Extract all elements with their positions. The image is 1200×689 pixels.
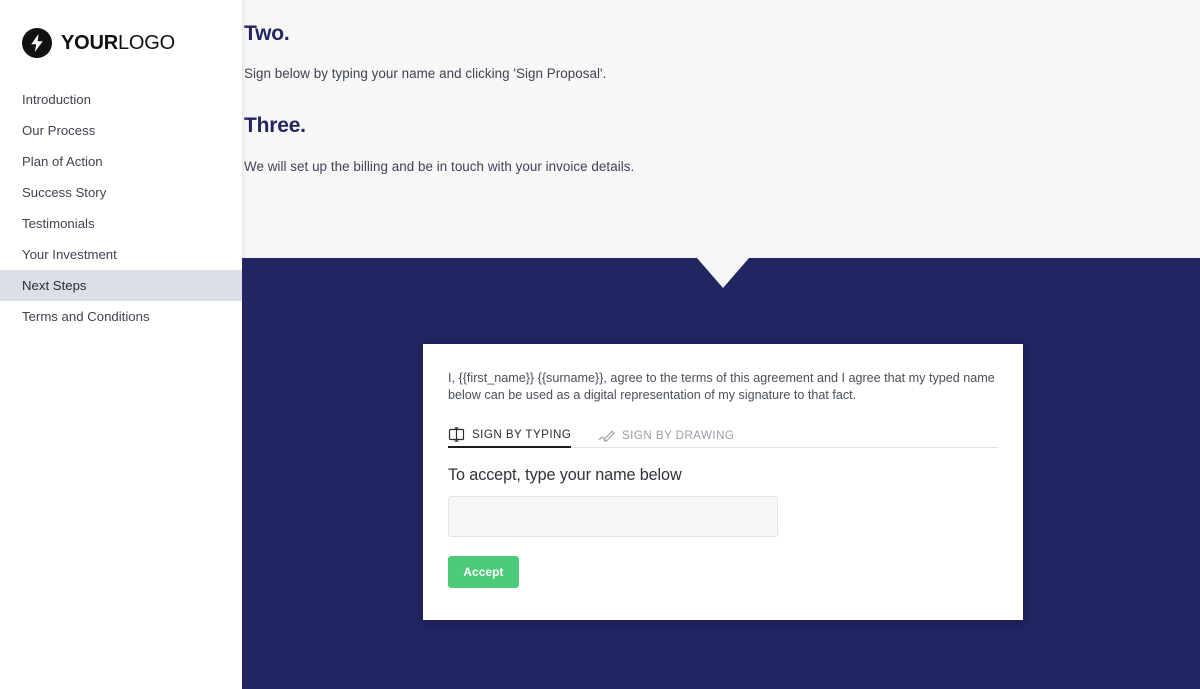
signature-section: I, {{first_name}} {{surname}}, agree to … bbox=[242, 258, 1200, 689]
signature-name-input[interactable] bbox=[448, 496, 778, 537]
sidebar-nav: Introduction Our Process Plan of Action … bbox=[0, 84, 242, 332]
tab-sign-by-drawing[interactable]: SIGN BY DRAWING bbox=[598, 422, 734, 448]
tab-sign-by-typing-label: SIGN BY TYPING bbox=[472, 427, 572, 441]
sidebar-item-testimonials[interactable]: Testimonials bbox=[0, 208, 242, 239]
sidebar-item-plan-of-action[interactable]: Plan of Action bbox=[0, 146, 242, 177]
sidebar-item-next-steps[interactable]: Next Steps bbox=[0, 270, 242, 301]
sidebar-item-success-story[interactable]: Success Story bbox=[0, 177, 242, 208]
tab-sign-by-typing[interactable]: SIGN BY TYPING bbox=[448, 422, 572, 448]
brand-logo-text: YOURLOGO bbox=[61, 33, 175, 53]
text-cursor-box-icon bbox=[448, 426, 465, 442]
sidebar-item-terms-and-conditions[interactable]: Terms and Conditions bbox=[0, 301, 242, 332]
brand-logo-text-light: LOGO bbox=[117, 32, 175, 54]
type-name-label: To accept, type your name below bbox=[448, 466, 682, 484]
sidebar: YOURLOGO Introduction Our Process Plan o… bbox=[0, 0, 242, 689]
section-notch-triangle bbox=[697, 258, 749, 288]
brand-logo-text-bold: YOUR bbox=[61, 32, 118, 54]
step-three-heading: Three. bbox=[244, 114, 306, 137]
signature-card: I, {{first_name}} {{surname}}, agree to … bbox=[423, 344, 1023, 620]
proposal-page: YOURLOGO Introduction Our Process Plan o… bbox=[0, 0, 1200, 689]
sidebar-item-our-process[interactable]: Our Process bbox=[0, 115, 242, 146]
signature-mode-tabs: SIGN BY TYPING SIGN BY DRAWING bbox=[448, 422, 998, 448]
sidebar-item-introduction[interactable]: Introduction bbox=[0, 84, 242, 115]
step-three-body: We will set up the billing and be in tou… bbox=[244, 159, 635, 174]
steps-section bbox=[242, 0, 1200, 258]
accept-button[interactable]: Accept bbox=[448, 556, 519, 588]
lightning-bolt-icon bbox=[22, 28, 52, 58]
sidebar-item-your-investment[interactable]: Your Investment bbox=[0, 239, 242, 270]
agreement-text: I, {{first_name}} {{surname}}, agree to … bbox=[448, 371, 995, 402]
step-two-body: Sign below by typing your name and click… bbox=[244, 66, 607, 81]
tab-sign-by-drawing-label: SIGN BY DRAWING bbox=[622, 428, 735, 442]
pen-signature-icon bbox=[598, 428, 615, 443]
step-two-heading: Two. bbox=[244, 22, 290, 45]
brand-logo[interactable]: YOURLOGO bbox=[22, 28, 175, 58]
